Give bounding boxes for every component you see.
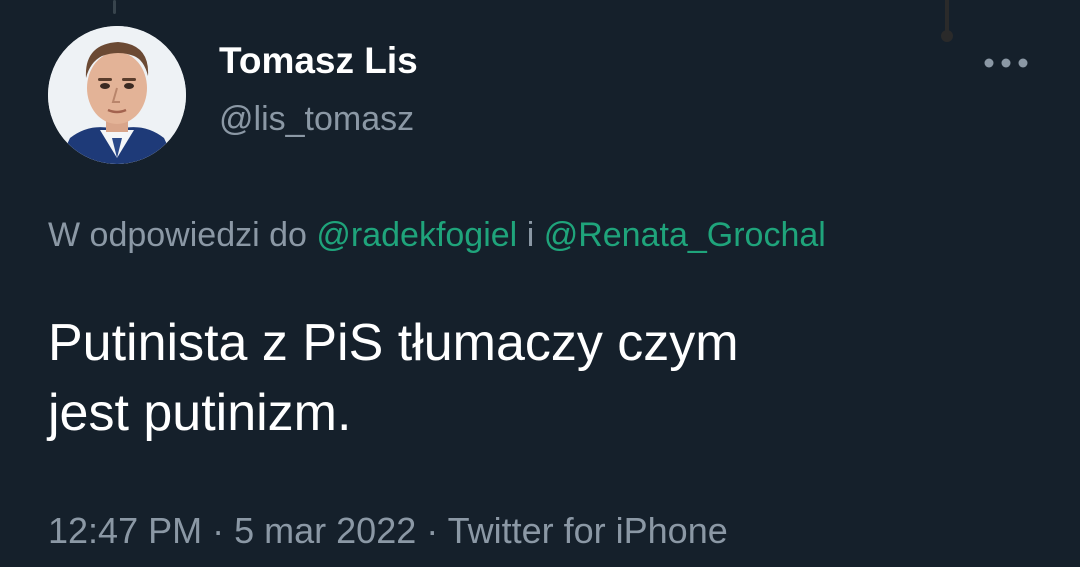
avatar[interactable] [48,26,186,164]
reply-mention-renata-grochal[interactable]: @Renata_Grochal [544,216,826,254]
tweet-text: Putinista z PiS tłumaczy czym jest putin… [48,314,739,442]
more-options-button[interactable] [978,44,1034,82]
author-display-name[interactable]: Tomasz Lis [219,40,418,82]
tweet-source[interactable]: Twitter for iPhone [448,510,728,551]
reply-prefix: W odpowiedzi do [48,216,307,254]
tweet-detail: Tomasz Lis @lis_tomasz W odpowiedzi do @… [0,0,1080,567]
reply-context: W odpowiedzi do @radekfogiel i @Renata_G… [48,216,826,255]
more-horizontal-icon [984,58,1028,68]
avatar-portrait-image [48,26,186,164]
tweet-time[interactable]: 12:47 PM [48,510,202,551]
tweet-date[interactable]: 5 mar 2022 [234,510,416,551]
thread-connector-line [113,0,116,14]
reply-separator: i [526,216,535,254]
reply-mention-radekfogiel[interactable]: @radekfogiel [316,216,517,254]
tweet-meta: 12:47 PM · 5 mar 2022 · Twitter for iPho… [48,510,728,552]
meta-separator: · [212,510,225,551]
corner-decoration [941,0,953,42]
meta-separator: · [426,510,439,551]
author-handle[interactable]: @lis_tomasz [219,100,414,139]
